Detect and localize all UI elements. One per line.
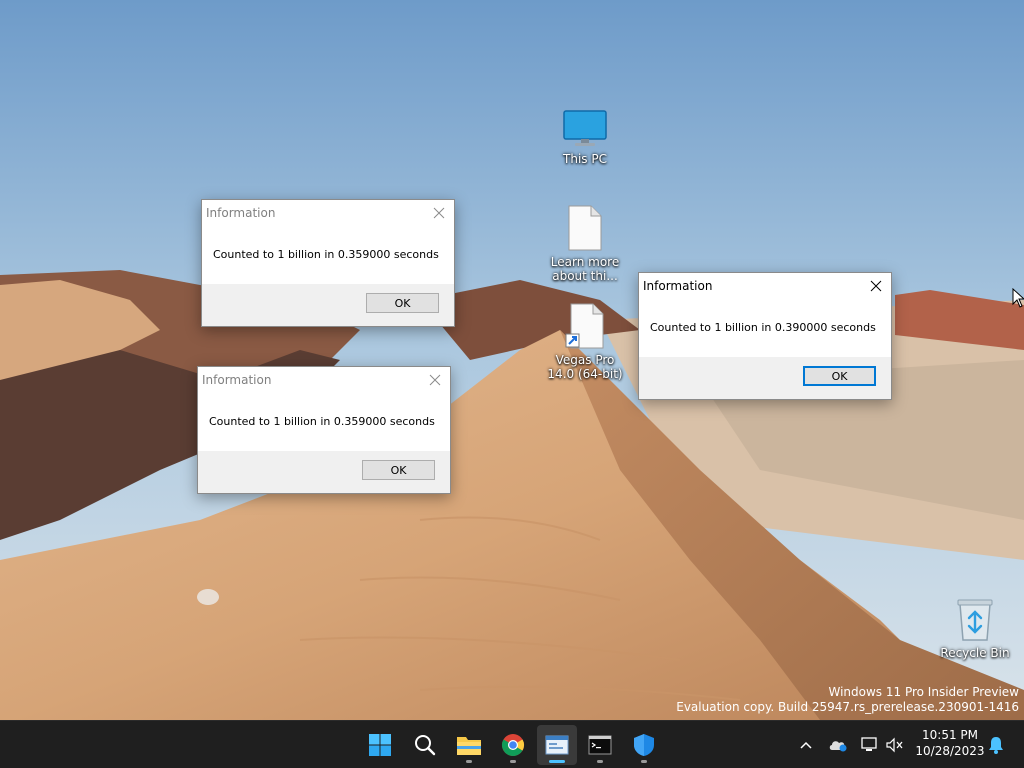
information-dialog-3[interactable]: Information Counted to 1 billion in 0.39…: [638, 272, 892, 400]
file-explorer-button[interactable]: [449, 725, 489, 765]
dialog-message: Counted to 1 billion in 0.390000 seconds: [650, 320, 876, 334]
monitor-icon: [563, 110, 607, 146]
information-dialog-1[interactable]: Information Counted to 1 billion in 0.35…: [201, 199, 455, 327]
clock-time: 10:51 PM: [922, 728, 978, 742]
running-indicator: [510, 760, 516, 763]
network-status[interactable]: [859, 733, 879, 757]
desktop-icon-label: Recycle Bin: [940, 646, 1010, 660]
terminal-button[interactable]: [580, 725, 620, 765]
onedrive-status[interactable]: [827, 733, 849, 757]
folder-icon: [457, 737, 481, 755]
close-button[interactable]: [424, 200, 454, 226]
chrome-button[interactable]: [493, 725, 533, 765]
desktop-icon-label: Learn more about thi...: [550, 255, 620, 283]
taskbar-clock[interactable]: 10:51 PM 10/28/2023: [915, 727, 985, 759]
clock-date: 10/28/2023: [915, 744, 985, 758]
running-indicator: [641, 760, 647, 763]
taskbar: [0, 720, 1024, 768]
onedrive-icon: [829, 741, 847, 752]
information-dialog-2[interactable]: Information Counted to 1 billion in 0.35…: [197, 366, 451, 494]
windows-logo-icon: [369, 734, 391, 756]
recycle-bin-icon: [957, 599, 993, 641]
close-button[interactable]: [420, 367, 450, 393]
windows-security-button[interactable]: [624, 725, 664, 765]
desktop-icon-recycle-bin[interactable]: Recycle Bin: [937, 598, 1013, 660]
desktop-icon-label: This PC: [563, 152, 607, 166]
volume-status[interactable]: [885, 733, 905, 757]
terminal-icon: [588, 735, 612, 755]
close-icon: [429, 374, 441, 386]
desktop-icon-label: Vegas Pro 14.0 (64-bit): [547, 353, 623, 381]
desktop-icon-learn-more[interactable]: Learn more about thi...: [547, 205, 623, 283]
document-icon: [568, 205, 602, 251]
dialog-footer: OK: [198, 451, 450, 493]
dialog-title: Information: [202, 373, 272, 387]
dialog-titlebar[interactable]: Information: [639, 273, 891, 299]
running-indicator: [466, 760, 472, 763]
chrome-icon: [502, 734, 524, 756]
volume-muted-icon: [886, 737, 903, 753]
search-button[interactable]: [405, 725, 445, 765]
notification-bell-icon: [989, 737, 1003, 754]
app-window-icon: [545, 735, 569, 755]
ok-button[interactable]: OK: [362, 460, 435, 480]
shield-icon: [634, 734, 654, 756]
close-button[interactable]: [861, 273, 891, 299]
dialog-title: Information: [206, 206, 276, 220]
running-indicator: [597, 760, 603, 763]
dialog-message: Counted to 1 billion in 0.359000 seconds: [213, 247, 439, 261]
ok-button[interactable]: OK: [366, 293, 439, 313]
watermark-line-1: Windows 11 Pro Insider Preview: [828, 685, 1019, 699]
running-indicator: [549, 760, 565, 763]
start-button[interactable]: [360, 725, 400, 765]
dialog-titlebar[interactable]: Information: [198, 367, 450, 393]
shortcut-document-icon: [565, 303, 604, 349]
notification-button[interactable]: [986, 733, 1006, 757]
close-icon: [870, 280, 882, 292]
desktop-icon-vegas-pro[interactable]: Vegas Pro 14.0 (64-bit): [547, 303, 623, 381]
dialog-titlebar[interactable]: Information: [202, 200, 454, 226]
search-icon: [415, 735, 436, 756]
mouse-cursor-icon: [1012, 288, 1024, 308]
close-icon: [433, 207, 445, 219]
desktop-icon-this-pc[interactable]: This PC: [547, 110, 623, 166]
network-icon: [861, 737, 877, 751]
ok-button[interactable]: OK: [803, 366, 876, 386]
dialog-title: Information: [643, 279, 713, 293]
chevron-up-icon: [800, 741, 812, 749]
watermark-line-2: Evaluation copy. Build 25947.rs_prerelea…: [676, 700, 1019, 714]
evaluation-watermark: Windows 11 Pro Insider Preview Evaluatio…: [676, 685, 1019, 715]
dialog-footer: OK: [639, 357, 891, 399]
dialog-footer: OK: [202, 284, 454, 326]
active-app-button[interactable]: [537, 725, 577, 765]
show-hidden-icons-button[interactable]: [798, 733, 814, 757]
dialog-message: Counted to 1 billion in 0.359000 seconds: [209, 414, 435, 428]
